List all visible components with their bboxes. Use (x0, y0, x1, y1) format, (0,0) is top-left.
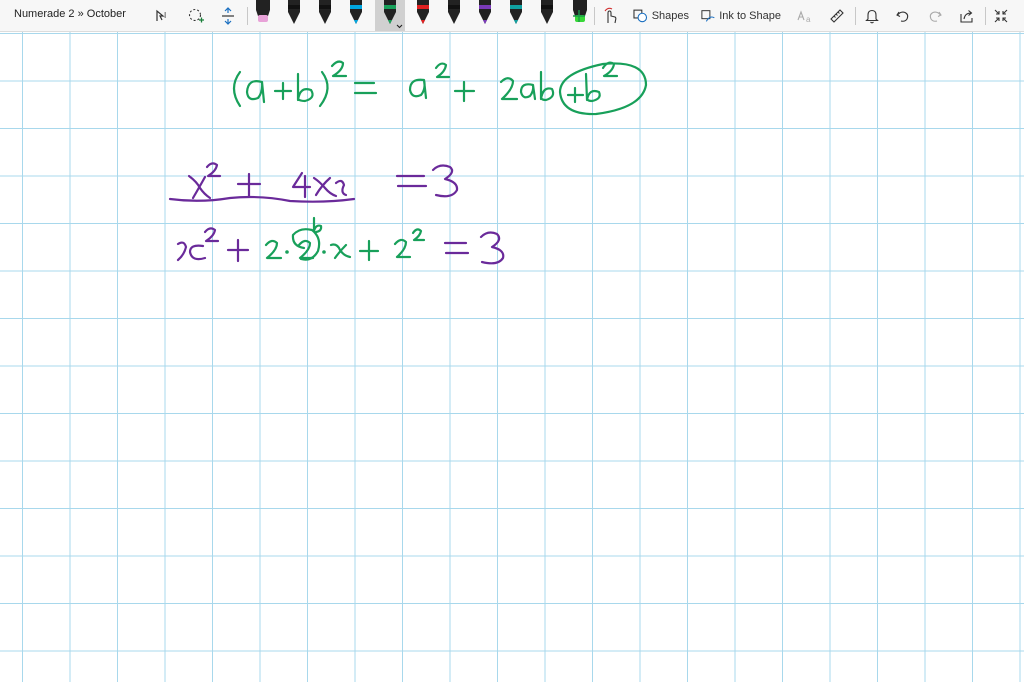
undo-button[interactable] (892, 4, 914, 28)
ink-to-shape-label: Ink to Shape (719, 10, 781, 22)
handwritten-ink (168, 60, 648, 265)
pen-icon (319, 0, 331, 24)
ink-equation-3-green (264, 216, 426, 262)
pen-teal-pen[interactable] (505, 0, 527, 31)
ink-equation-3-purple (176, 227, 505, 265)
pen-icon (541, 0, 553, 24)
svg-text:I: I (164, 11, 166, 20)
pen-black-pen-2[interactable] (314, 0, 336, 31)
pen-black-pen-4[interactable] (536, 0, 558, 31)
svg-text:a: a (806, 15, 811, 24)
shapes-label: Shapes (651, 10, 689, 22)
ink-to-text-icon: a (797, 10, 811, 24)
add-space-button[interactable] (185, 4, 207, 28)
ink-to-shape-button[interactable]: Ink to Shape (701, 4, 781, 28)
pen-icon (350, 0, 362, 24)
share-icon (960, 10, 973, 23)
shapes-button[interactable]: Shapes (633, 4, 689, 28)
ruler-icon (830, 9, 844, 23)
touch-draw-button[interactable] (601, 4, 621, 28)
toolbar-divider (855, 7, 856, 25)
pen-icon (448, 0, 460, 24)
pen-green-pen[interactable] (375, 0, 405, 31)
ink-equation-2 (168, 162, 459, 203)
undo-icon (896, 11, 909, 22)
notifications-button[interactable] (861, 4, 883, 28)
toolbar-divider (594, 7, 595, 25)
ink-equation-1 (232, 60, 648, 116)
bell-icon (865, 9, 879, 24)
exit-fullscreen-button[interactable] (990, 4, 1012, 28)
pen-icon (256, 0, 270, 22)
pen-black-pen-3[interactable] (443, 0, 465, 31)
exit-fullscreen-icon (994, 9, 1008, 23)
toolbar: Numerade 2 » October I Shapes Ink to Sha… (0, 0, 1024, 32)
add-pen-button[interactable] (569, 4, 589, 28)
ink-to-text-button[interactable]: a (794, 4, 816, 28)
pen-black-pen-1[interactable] (283, 0, 305, 31)
share-button[interactable] (956, 4, 978, 28)
pen-purple-pen[interactable] (474, 0, 496, 31)
lasso-select-button[interactable]: I (152, 4, 174, 28)
breadcrumb[interactable]: Numerade 2 » October (14, 8, 126, 20)
pen-pink-highlighter[interactable] (252, 0, 274, 31)
pen-blue-pen[interactable] (345, 0, 367, 31)
move-icon (222, 7, 234, 25)
pen-icon (417, 0, 429, 24)
pen-icon (384, 0, 403, 29)
ink-to-shape-icon (701, 10, 715, 22)
lasso-select-icon: I (156, 9, 166, 21)
ruler-button[interactable] (826, 4, 848, 28)
toolbar-divider (985, 7, 986, 25)
pen-icon (288, 0, 300, 24)
add-space-icon (188, 8, 204, 23)
pen-icon (479, 0, 491, 24)
plus-icon (573, 10, 585, 22)
shapes-icon (633, 9, 648, 23)
chevron-down-icon (396, 24, 403, 29)
move-button[interactable] (217, 4, 239, 28)
pen-red-pen[interactable] (412, 0, 434, 31)
redo-button[interactable] (924, 4, 946, 28)
note-canvas[interactable] (0, 32, 1024, 682)
touch-draw-icon (604, 7, 617, 24)
redo-icon (929, 11, 942, 22)
toolbar-divider (247, 7, 248, 25)
pen-icon (510, 0, 522, 24)
